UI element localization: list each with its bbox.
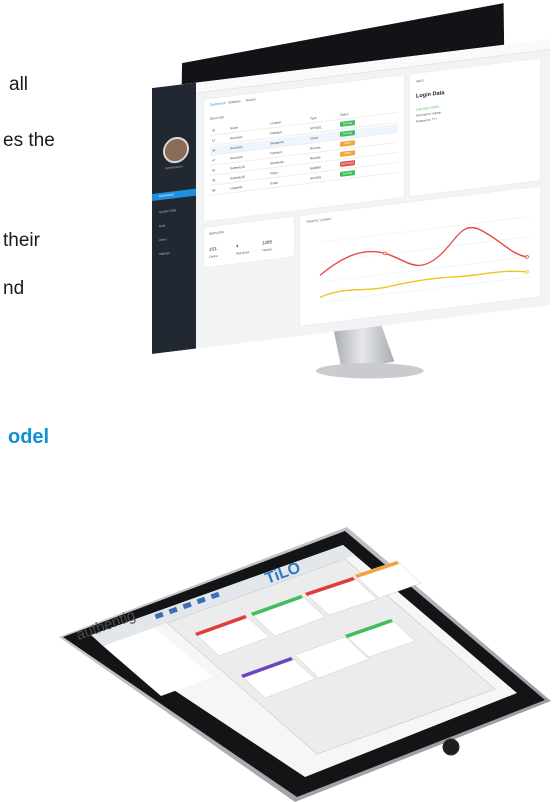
sidebar-item-settings[interactable]: Settings	[152, 247, 196, 259]
info-title: INFO	[416, 78, 424, 84]
row-location: Tokyo	[270, 170, 278, 176]
row-type: Remote	[310, 145, 321, 151]
chart-point	[383, 251, 387, 256]
sidebar-item-users[interactable]: Users	[152, 233, 196, 245]
row-name: Device01	[230, 134, 243, 141]
row-id: 47	[212, 158, 216, 163]
ipad-mockup: authentig TiLO	[55, 525, 555, 802]
row-type: WTX001	[310, 125, 322, 131]
info-line-2: Username: Admin	[416, 110, 442, 118]
row-id: 59	[212, 178, 216, 183]
home-button	[442, 738, 460, 756]
body-text-line-3: their	[3, 230, 40, 251]
status-badge: Offline	[340, 140, 355, 147]
sidebar-item-dashboard[interactable]: Dashboard	[152, 188, 196, 201]
tab-dashboard[interactable]: Dashboard	[210, 101, 226, 107]
row-name: Device02	[230, 144, 243, 151]
sidebar: Administrator Dashboard System Data Data…	[152, 82, 196, 354]
row-name: Logger01	[230, 184, 243, 191]
status-badge: Running	[340, 170, 355, 177]
row-id: 12	[212, 138, 216, 143]
row-location: Frankfurt	[270, 150, 283, 156]
row-id: 55	[212, 168, 216, 173]
sidebar-item-system-data[interactable]: System Data	[152, 205, 196, 217]
status-badge: Running	[340, 130, 355, 137]
devices-card: Dashboard Statistics Report DEVICES ID N…	[204, 75, 404, 222]
stat-tickets: 1285	[262, 239, 273, 246]
chart-title: TRAFFIC CHART	[306, 216, 332, 225]
row-name: Device03	[230, 154, 243, 161]
series-line-yellow	[319, 270, 528, 299]
servers-card: SERVERS 153 4 1285 Online Warnings Ticke…	[204, 216, 294, 268]
col-type: Type	[310, 115, 317, 121]
row-type: WTX001	[310, 175, 322, 181]
heading-fragment: odel	[8, 426, 50, 448]
row-location: Dubai	[270, 180, 278, 186]
row-name: Gateway01	[230, 164, 246, 171]
row-type: Cloud	[310, 135, 318, 141]
status-badge: Not Synced	[340, 160, 355, 167]
imac-mockup: Administrator Dashboard System Data Data…	[112, 0, 559, 520]
sidebar-item-data[interactable]: Data	[152, 219, 196, 231]
col-status: Status	[340, 111, 349, 117]
chart-point	[525, 270, 529, 274]
col-location: Location	[270, 120, 282, 126]
col-name: Name	[230, 125, 239, 131]
avatar	[163, 135, 189, 165]
stat-warnings: 4	[236, 243, 239, 249]
servers-title: SERVERS	[209, 230, 225, 237]
col-id: ID	[212, 128, 215, 133]
chart-point	[525, 255, 529, 259]
traffic-chart-card: TRAFFIC CHART	[300, 186, 540, 326]
stat-online: 153	[209, 246, 217, 253]
stat-online-label: Online	[209, 253, 219, 260]
devices-title: DEVICES	[210, 115, 224, 121]
body-text-line-2: es the	[3, 130, 55, 151]
row-id: 43	[212, 148, 216, 153]
row-location: Frankfurt	[270, 130, 283, 136]
row-location: Singapore	[270, 139, 284, 146]
row-type: Remote	[310, 155, 321, 161]
info-card: INFO Login Data Last login: 08/01 Userna…	[410, 58, 540, 197]
stat-warnings-label: Warnings	[236, 250, 250, 256]
tab-report[interactable]: Report	[246, 97, 256, 102]
row-id: 68	[212, 188, 216, 193]
status-badge: Offline	[340, 150, 355, 157]
body-text-line-4: nd	[3, 278, 25, 299]
status-badge: Running	[340, 120, 355, 127]
monitor-screen: Administrator Dashboard System Data Data…	[152, 39, 550, 354]
info-heading: Login Data	[416, 90, 445, 100]
stat-tickets-label: Tickets	[262, 247, 272, 253]
row-type: BSB800	[310, 165, 322, 171]
info-line-3: Password: ****	[416, 117, 437, 124]
row-name: Gateway02	[230, 174, 246, 181]
sidebar-user-name: Administrator	[165, 164, 183, 171]
tab-statistics[interactable]: Statistics	[228, 99, 241, 105]
body-text-line-1: all	[9, 74, 29, 95]
ipad-body	[59, 527, 551, 802]
row-location: Stockholm	[270, 159, 285, 166]
traffic-chart	[319, 216, 530, 303]
